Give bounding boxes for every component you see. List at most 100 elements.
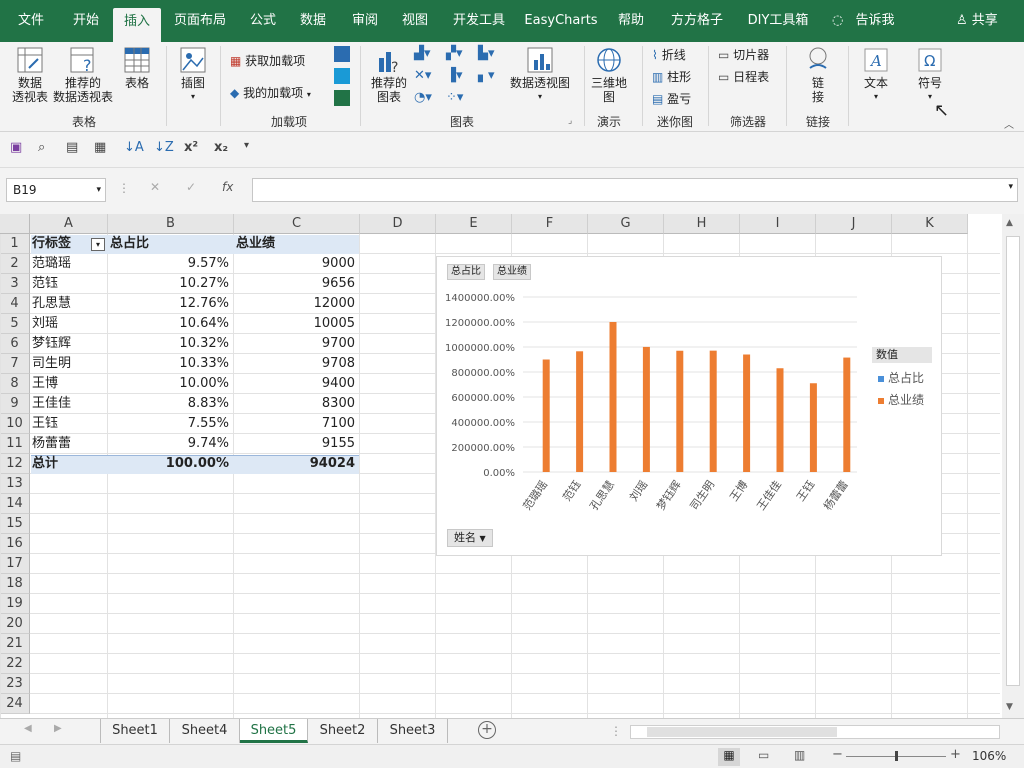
share-button[interactable]: ♙ 共享 bbox=[956, 0, 998, 42]
pivot-total-label[interactable]: 总计 bbox=[32, 454, 107, 474]
pivot-chart-button[interactable]: 数据透视图 ▾ bbox=[508, 46, 572, 104]
bar-total-sales[interactable] bbox=[609, 322, 617, 472]
bar-total-sales[interactable] bbox=[642, 346, 650, 472]
scatter-chart-icon[interactable]: ⁘▾ bbox=[446, 90, 463, 105]
page-break-view-icon[interactable]: ▥ bbox=[794, 748, 805, 762]
tab-help[interactable]: 帮助 bbox=[608, 0, 654, 42]
tab-easycharts[interactable]: EasyCharts bbox=[522, 0, 600, 42]
pivot-cell-sales[interactable]: 9708 bbox=[236, 354, 359, 374]
row-header[interactable]: 23 bbox=[0, 674, 30, 694]
subscript-icon[interactable]: x₂ bbox=[214, 140, 228, 155]
name-box[interactable]: B19 ▾ bbox=[6, 178, 106, 202]
table-button[interactable]: 表格 bbox=[118, 46, 156, 90]
pie-chart-icon[interactable]: ◔▾ bbox=[414, 90, 432, 105]
sheet-tab-5[interactable]: Sheet5 bbox=[240, 719, 308, 743]
bar-total-sales[interactable] bbox=[576, 351, 584, 472]
row-header[interactable]: 6 bbox=[0, 334, 30, 354]
symbols-button[interactable]: Ω 符号 ▾ bbox=[910, 46, 950, 104]
row-header[interactable]: 9 bbox=[0, 394, 30, 414]
column-header[interactable]: A bbox=[30, 214, 108, 234]
sparkline-line-button[interactable]: ⌇ 折线 bbox=[652, 46, 686, 63]
pivot-header-sales[interactable]: 总业绩 bbox=[236, 234, 359, 254]
combo-chart-icon[interactable]: ▖▾ bbox=[478, 68, 495, 83]
scroll-down-icon[interactable]: ▼ bbox=[1006, 702, 1013, 712]
superscript-icon[interactable]: x² bbox=[184, 140, 198, 155]
pivot-cell-sales[interactable]: 9400 bbox=[236, 374, 359, 394]
scroll-right-icon[interactable]: ▶ bbox=[54, 723, 62, 734]
row-header[interactable]: 19 bbox=[0, 594, 30, 614]
column-header[interactable]: D bbox=[360, 214, 436, 234]
sheet-tab-4[interactable]: Sheet4 bbox=[170, 719, 240, 743]
pivot-cell-name[interactable]: 梦钰辉 bbox=[32, 334, 107, 354]
zoom-slider-thumb[interactable] bbox=[895, 751, 898, 761]
pivot-cell-ratio[interactable]: 10.33% bbox=[110, 354, 233, 374]
tab-view[interactable]: 视图 bbox=[392, 0, 438, 42]
worksheet-grid[interactable]: ABCDEFGHIJK 1 2 3 4 5 6 7 8 9 10 11 12 13 14 15 16 17 18 1… bbox=[0, 214, 1024, 718]
tab-developer[interactable]: 开发工具 bbox=[444, 0, 514, 42]
pivot-cell-name[interactable]: 范钰 bbox=[32, 274, 107, 294]
pivot-cell-sales[interactable]: 9656 bbox=[236, 274, 359, 294]
row-header[interactable]: 10 bbox=[0, 414, 30, 434]
pivot-table-button[interactable]: 数据 透视表 bbox=[8, 46, 52, 104]
tab-fangfang[interactable]: 方方格子 bbox=[662, 0, 732, 42]
row-header[interactable]: 5 bbox=[0, 314, 30, 334]
sparkline-column-button[interactable]: ▥ 柱形 bbox=[652, 68, 691, 85]
row-header[interactable]: 21 bbox=[0, 634, 30, 654]
pivot-cell-name[interactable]: 王钰 bbox=[32, 414, 107, 434]
slicer-button[interactable]: ▭ 切片器 bbox=[718, 46, 769, 63]
pivot-cell-ratio[interactable]: 9.74% bbox=[110, 434, 233, 454]
column-header[interactable]: B bbox=[108, 214, 234, 234]
bar-total-sales[interactable] bbox=[676, 350, 684, 472]
bar-total-sales[interactable] bbox=[843, 357, 851, 472]
row-header[interactable]: 16 bbox=[0, 534, 30, 554]
print-preview-icon[interactable]: ⌕ bbox=[38, 140, 45, 155]
pivot-cell-name[interactable]: 范璐瑶 bbox=[32, 254, 107, 274]
page-layout-view-icon[interactable]: ▭ bbox=[758, 748, 769, 762]
pivot-cell-ratio[interactable]: 12.76% bbox=[110, 294, 233, 314]
row-header[interactable]: 4 bbox=[0, 294, 30, 314]
row-header[interactable]: 14 bbox=[0, 494, 30, 514]
link-button[interactable]: 链 接 bbox=[798, 46, 838, 104]
save-icon[interactable]: ▣ bbox=[10, 140, 22, 155]
pivot-cell-ratio[interactable]: 10.32% bbox=[110, 334, 233, 354]
pivot-cell-sales[interactable]: 10005 bbox=[236, 314, 359, 334]
zoom-out-icon[interactable]: − bbox=[832, 747, 843, 762]
pivot-chart[interactable]: 总占比 总业绩 0.00% 200000.00% 400000.00% 600000.… bbox=[436, 256, 942, 556]
pivot-cell-sales[interactable]: 7100 bbox=[236, 414, 359, 434]
sheet-tab-1[interactable]: Sheet1 bbox=[100, 719, 170, 743]
tab-diy-toolbox[interactable]: DIY工具箱 bbox=[740, 0, 816, 42]
sort-ascending-icon[interactable]: ↓A bbox=[124, 140, 144, 155]
pivot-cell-name[interactable]: 王博 bbox=[32, 374, 107, 394]
select-all-corner[interactable] bbox=[0, 214, 30, 234]
waterfall-chart-icon[interactable]: ▙▾ bbox=[478, 46, 495, 61]
add-sheet-icon[interactable]: + bbox=[478, 721, 496, 739]
row-header[interactable]: 8 bbox=[0, 374, 30, 394]
pivot-cell-sales[interactable]: 8300 bbox=[236, 394, 359, 414]
pivot-cell-ratio[interactable]: 7.55% bbox=[110, 414, 233, 434]
customize-qat-icon[interactable]: ▾ bbox=[244, 140, 249, 151]
collapse-ribbon-icon[interactable]: ︿ bbox=[1004, 116, 1014, 131]
zoom-level[interactable]: 106% bbox=[972, 749, 1006, 763]
bar-total-sales[interactable] bbox=[542, 359, 550, 473]
my-addins-button[interactable]: ◆ 我的加载项 ▾ bbox=[230, 84, 311, 101]
tab-home[interactable]: 开始 bbox=[60, 0, 112, 42]
pivot-cell-ratio[interactable]: 10.27% bbox=[110, 274, 233, 294]
tab-insert[interactable]: 插入 bbox=[113, 8, 161, 42]
recommended-pivot-button[interactable]: ? 推荐的 数据透视表 bbox=[52, 46, 114, 104]
pivot-cell-name[interactable]: 刘瑶 bbox=[32, 314, 107, 334]
tab-formulas[interactable]: 公式 bbox=[240, 0, 286, 42]
column-header[interactable]: G bbox=[588, 214, 664, 234]
formula-input[interactable]: ▾ bbox=[252, 178, 1018, 202]
sparkline-winloss-button[interactable]: ▤ 盈亏 bbox=[652, 90, 691, 107]
sheet-tab-2[interactable]: Sheet2 bbox=[308, 719, 378, 743]
pivot-cell-name[interactable]: 司生明 bbox=[32, 354, 107, 374]
sheet-tab-3[interactable]: Sheet3 bbox=[378, 719, 448, 743]
tab-data[interactable]: 数据 bbox=[290, 0, 336, 42]
pivot-header-ratio[interactable]: 总占比 bbox=[110, 234, 233, 254]
pivot-cell-ratio[interactable]: 10.64% bbox=[110, 314, 233, 334]
pivot-cell-sales[interactable]: 9155 bbox=[236, 434, 359, 454]
pivot-cell-sales[interactable]: 9000 bbox=[236, 254, 359, 274]
tab-file[interactable]: 文件 bbox=[6, 0, 56, 42]
pivot-cell-name[interactable]: 孔思慧 bbox=[32, 294, 107, 314]
pivot-cell-name[interactable]: 杨蕾蕾 bbox=[32, 434, 107, 454]
